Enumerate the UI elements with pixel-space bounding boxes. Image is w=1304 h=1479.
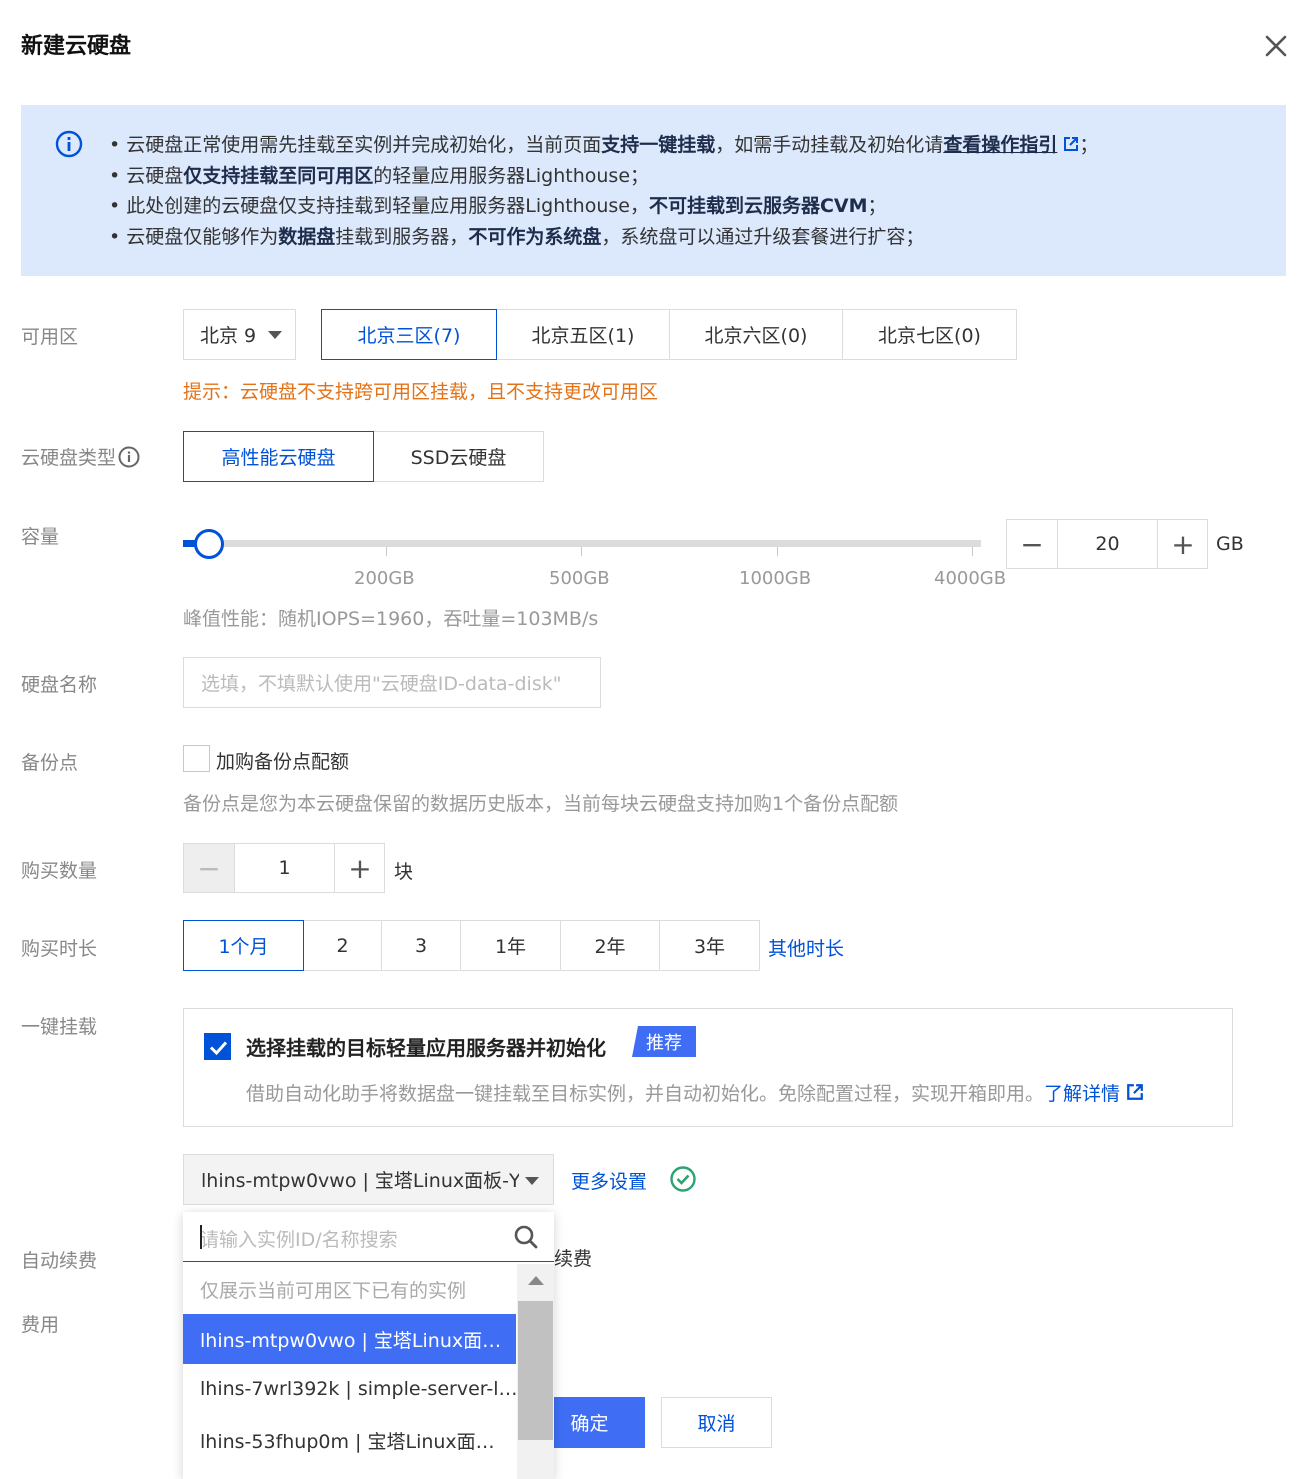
check-icon	[209, 1041, 228, 1056]
instance-dropdown: 请输入实例ID/名称搜索 仅展示当前可用区下已有的实例 lhins-mtpw0v…	[183, 1212, 554, 1479]
instance-select-value: lhins-mtpw0vwo | 宝塔Linux面板-Y\	[201, 1170, 519, 1192]
attach-title[interactable]: 选择挂载的目标轻量应用服务器并初始化	[246, 1032, 606, 1061]
dialog-title: 新建云硬盘	[21, 34, 132, 59]
caret-down-icon	[525, 1177, 539, 1185]
text-cursor	[200, 1225, 202, 1249]
caret-down-icon	[268, 331, 282, 339]
dropdown-item[interactable]: lhins-53fhup0m | 宝塔Linux面…	[183, 1415, 516, 1465]
zone-option-sanqu[interactable]: 北京三区(7)	[321, 309, 497, 360]
region-select-value: 北京 9	[200, 325, 257, 347]
notice-line-2: • 云硬盘仅支持挂载至同可用区的轻量应用服务器Lighthouse；	[109, 164, 650, 187]
capacity-stepper: − 20 +	[1006, 519, 1208, 569]
duration-option-1m[interactable]: 1个月	[183, 920, 304, 971]
confirm-button[interactable]: 确定	[554, 1397, 645, 1448]
duration-option-1y[interactable]: 1年	[460, 920, 561, 971]
disk-type-ssd[interactable]: SSD云硬盘	[373, 431, 544, 482]
slider-tick-label: 4000GB	[934, 568, 1007, 589]
auto-renew-label: 自动续费	[21, 1250, 98, 1272]
learn-more-link[interactable]: 了解详情	[1044, 1083, 1120, 1105]
zone-label: 可用区	[21, 326, 79, 348]
slider-tick-label: 200GB	[354, 568, 415, 589]
capacity-slider-handle[interactable]	[194, 529, 224, 559]
dropdown-scrollbar-thumb[interactable]	[518, 1301, 553, 1440]
attach-panel	[183, 1008, 1233, 1127]
quantity-label: 购买数量	[21, 860, 98, 882]
recommend-badge: 推荐	[632, 1026, 696, 1057]
quantity-minus-button[interactable]: −	[184, 844, 234, 892]
notice-line-1: • 云硬盘正常使用需先挂载至实例并完成初始化，当前页面支持一键挂载，如需手动挂载…	[109, 130, 1098, 161]
external-link-icon[interactable]	[1063, 131, 1079, 151]
capacity-label: 容量	[21, 526, 60, 548]
capacity-plus-button[interactable]: +	[1158, 520, 1208, 568]
instance-search-input[interactable]: 请输入实例ID/名称搜索	[183, 1212, 554, 1262]
zone-option-qiqu[interactable]: 北京七区(0)	[842, 309, 1017, 360]
duration-option-2[interactable]: 2	[303, 920, 382, 971]
duration-option-2y[interactable]: 2年	[560, 920, 660, 971]
disk-type-label: 云硬盘类型	[21, 443, 140, 470]
capacity-input[interactable]: 20	[1057, 520, 1158, 568]
region-select[interactable]: 北京 9	[183, 309, 296, 360]
cancel-button[interactable]: 取消	[661, 1397, 772, 1448]
capacity-perf: 峰值性能：随机IOPS=1960，吞吐量=103MB/s	[183, 608, 599, 630]
dropdown-item[interactable]: lhins-mtpw0vwo | 宝塔Linux面…	[183, 1314, 516, 1364]
disk-name-input[interactable]: 选填，不填默认使用"云硬盘ID-data-disk"	[183, 657, 601, 708]
backup-checkbox[interactable]	[183, 745, 210, 772]
more-settings-link[interactable]: 更多设置	[571, 1167, 647, 1194]
notice-line-3: • 此处创建的云硬盘仅支持挂载到轻量应用服务器Lighthouse，不可挂载到云…	[109, 195, 887, 217]
zone-tip: 提示：云硬盘不支持跨可用区挂载，且不支持更改可用区	[183, 381, 659, 403]
backup-label: 备份点	[21, 752, 79, 774]
external-link-icon[interactable]	[1126, 1083, 1144, 1101]
quantity-stepper: − 1 +	[183, 843, 385, 893]
slider-tick-label: 500GB	[549, 568, 610, 589]
quantity-plus-button[interactable]: +	[335, 844, 385, 892]
other-duration-link[interactable]: 其他时长	[768, 934, 844, 961]
slider-tick-label: 1000GB	[739, 568, 812, 589]
operation-guide-link[interactable]: 查看操作指引	[943, 134, 1057, 156]
capacity-slider-track[interactable]	[183, 540, 981, 547]
close-icon[interactable]	[1262, 32, 1290, 60]
backup-hint: 备份点是您为本云硬盘保留的数据历史版本，当前每块云硬盘支持加购1个备份点配额	[183, 793, 899, 815]
duration-option-3[interactable]: 3	[381, 920, 461, 971]
fee-label: 费用	[21, 1314, 60, 1336]
zone-option-wuqu[interactable]: 北京五区(1)	[496, 309, 670, 360]
capacity-minus-button[interactable]: −	[1007, 520, 1057, 568]
instance-select[interactable]: lhins-mtpw0vwo | 宝塔Linux面板-Y\	[183, 1154, 554, 1205]
disk-type-premium[interactable]: 高性能云硬盘	[183, 431, 374, 482]
capacity-unit: GB	[1216, 533, 1244, 555]
backup-checkbox-label[interactable]: 加购备份点配额	[216, 747, 349, 774]
notice-line-4: • 云硬盘仅能够作为数据盘挂载到服务器，不可作为系统盘，系统盘可以通过升级套餐进…	[109, 225, 925, 248]
quantity-unit: 块	[394, 861, 414, 883]
slider-tick	[777, 547, 778, 556]
scroll-up-arrow-icon[interactable]	[528, 1276, 544, 1285]
notice-banner: • 云硬盘正常使用需先挂载至实例并完成初始化，当前页面支持一键挂载，如需手动挂载…	[21, 105, 1286, 276]
slider-tick	[972, 547, 973, 556]
dropdown-note: 仅展示当前可用区下已有的实例	[200, 1280, 467, 1302]
instance-search-placeholder: 请输入实例ID/名称搜索	[200, 1229, 398, 1251]
duration-option-3y[interactable]: 3年	[659, 920, 760, 971]
attach-label: 一键挂载	[21, 1016, 98, 1038]
slider-tick	[581, 547, 582, 556]
help-icon[interactable]	[118, 446, 140, 468]
duration-label: 购买时长	[21, 938, 98, 960]
attach-checkbox[interactable]	[204, 1033, 231, 1060]
disk-name-label: 硬盘名称	[21, 674, 98, 696]
attach-desc: 借助自动化助手将数据盘一键挂载至目标实例，并自动初始化。免除配置过程，实现开箱即…	[246, 1079, 1144, 1106]
auto-renew-text: 续费	[554, 1248, 593, 1270]
info-icon	[55, 130, 83, 158]
slider-tick	[386, 547, 387, 556]
search-icon[interactable]	[513, 1224, 539, 1250]
dropdown-item[interactable]: lhins-7wrl392k | simple-server-l…	[183, 1364, 516, 1414]
zone-option-liuqu[interactable]: 北京六区(0)	[669, 309, 843, 360]
quantity-input[interactable]: 1	[234, 844, 335, 892]
success-check-icon	[669, 1165, 697, 1193]
